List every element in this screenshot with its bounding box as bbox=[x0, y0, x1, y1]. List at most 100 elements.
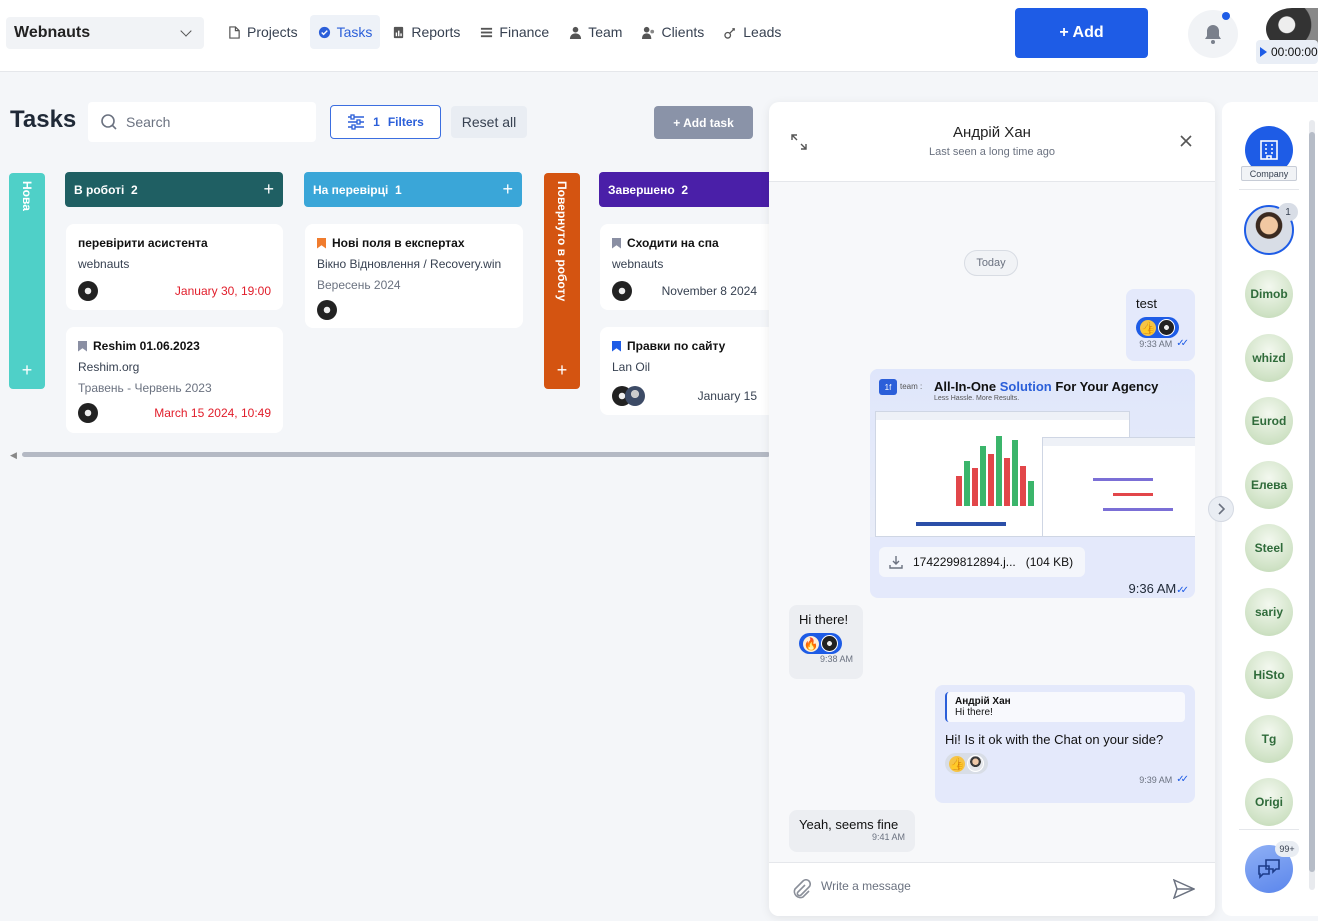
assignee-avatar bbox=[612, 281, 632, 301]
add-card-plus-icon[interactable]: + bbox=[9, 360, 45, 381]
company-label: Company bbox=[1241, 166, 1297, 181]
main-nav: Projects Tasks Reports Finance Team Clie… bbox=[220, 15, 789, 49]
document-icon bbox=[229, 25, 240, 39]
task-card[interactable]: перевірити асистента webnauts January 30… bbox=[66, 224, 283, 310]
column-header-done: Завершено 2 bbox=[599, 172, 769, 207]
message-reactions[interactable]: 👍 bbox=[1136, 317, 1179, 338]
message-reactions[interactable]: 👍 bbox=[945, 753, 988, 774]
column-returned[interactable]: Повернуто в роботу + bbox=[544, 173, 580, 389]
message-reactions[interactable]: 🔥 bbox=[799, 633, 842, 654]
search-input[interactable] bbox=[126, 114, 296, 130]
chat-messages[interactable]: Today test 👍 9:33 AM ✓✓ 1f team : All-In-… bbox=[769, 182, 1215, 862]
chat-bubbles-icon bbox=[1258, 859, 1280, 879]
nav-team[interactable]: Team bbox=[561, 15, 630, 49]
nav-label: Team bbox=[588, 24, 623, 40]
chat-header: Андрій Хан Last seen a long time ago bbox=[769, 102, 1215, 182]
person-icon bbox=[570, 26, 582, 39]
card-period: Травень - Червень 2023 bbox=[78, 381, 212, 395]
reactor-avatar bbox=[821, 635, 838, 652]
quote-author: Андрій Хан bbox=[955, 696, 1011, 707]
bookmark-icon bbox=[612, 237, 621, 249]
task-card[interactable]: Сходити на спа webnauts November 8 2024 bbox=[600, 224, 769, 310]
card-deadline: January 30, 19:00 bbox=[174, 284, 271, 298]
nav-reports[interactable]: Reports bbox=[384, 15, 468, 49]
attachment-image[interactable]: 1f team : All-In-One Solution For Your A… bbox=[870, 369, 1195, 537]
message-text: Yeah, seems fine bbox=[799, 817, 899, 832]
card-title: Reshim 01.06.2023 bbox=[93, 339, 200, 353]
board-horizontal-scrollbar[interactable] bbox=[22, 452, 770, 457]
channel-eleva[interactable]: Елева bbox=[1245, 461, 1293, 509]
task-card[interactable]: Reshim 01.06.2023 Reshim.org Травень - Ч… bbox=[66, 327, 283, 433]
screenshot-preview bbox=[1042, 437, 1195, 537]
unread-chats-badge: 99+ bbox=[1275, 841, 1299, 857]
report-icon bbox=[394, 26, 404, 38]
day-separator: Today bbox=[964, 250, 1018, 276]
add-card-plus-icon[interactable]: + bbox=[544, 360, 580, 381]
headline-part: For Your Agency bbox=[1055, 379, 1159, 394]
close-icon[interactable] bbox=[1179, 134, 1193, 148]
task-card[interactable]: Нові поля в експертах Вікно Відновлення … bbox=[305, 224, 523, 328]
sidebar-scrollbar[interactable] bbox=[1309, 120, 1315, 890]
file-download-row[interactable]: 1742299812894.j... (104 KB) bbox=[879, 547, 1085, 577]
nav-clients[interactable]: Clients bbox=[634, 15, 712, 49]
notifications-button[interactable] bbox=[1188, 10, 1238, 58]
message-outgoing[interactable]: Андрій Хан Hi there! Hi! Is it ok with t… bbox=[935, 685, 1195, 803]
assignee-avatar bbox=[317, 300, 337, 320]
add-task-button[interactable]: + Add task bbox=[654, 106, 753, 139]
nav-tasks[interactable]: Tasks bbox=[309, 15, 381, 49]
workspace-select[interactable]: Webnauts bbox=[6, 17, 204, 49]
channel-dimob[interactable]: Dimob bbox=[1245, 270, 1293, 318]
reset-all-button[interactable]: Reset all bbox=[451, 106, 527, 138]
time-tracker[interactable]: 00:00:00 bbox=[1256, 40, 1318, 64]
message-time: 9:33 AM ✓✓ bbox=[1136, 338, 1189, 349]
message-incoming[interactable]: Hi there! 🔥 9:38 AM bbox=[789, 605, 863, 679]
card-deadline: March 15 2024, 10:49 bbox=[154, 406, 271, 420]
message-attachment[interactable]: 1f team : All-In-One Solution For Your A… bbox=[870, 369, 1195, 598]
search-box[interactable] bbox=[88, 102, 316, 142]
column-nova[interactable]: Нова + bbox=[9, 173, 45, 389]
add-card-plus-icon[interactable]: + bbox=[263, 179, 274, 200]
channel-sariy[interactable]: sariy bbox=[1245, 588, 1293, 636]
nav-label: Leads bbox=[743, 24, 782, 40]
channel-whizd[interactable]: whizd bbox=[1245, 334, 1293, 382]
nav-label: Projects bbox=[247, 24, 298, 40]
divider bbox=[1239, 189, 1299, 190]
time-value: 9:41 AM bbox=[871, 832, 905, 842]
send-icon[interactable] bbox=[1173, 879, 1195, 899]
quoted-reply[interactable]: Андрій Хан Hi there! bbox=[945, 692, 1185, 722]
message-input[interactable] bbox=[821, 879, 1151, 893]
workspace-name: Webnauts bbox=[14, 24, 91, 41]
channel-histo[interactable]: HiSto bbox=[1245, 651, 1293, 699]
message-incoming[interactable]: Yeah, seems fine 9:41 AM bbox=[789, 810, 915, 852]
file-name: 1742299812894.j... bbox=[913, 555, 1016, 569]
thumbs-up-icon: 👍 bbox=[1140, 319, 1156, 336]
add-card-plus-icon[interactable]: + bbox=[502, 179, 513, 200]
top-navigation-bar: Webnauts Projects Tasks Reports Finance … bbox=[0, 0, 1318, 72]
play-icon bbox=[1260, 47, 1267, 57]
chat-contact-name: Андрій Хан bbox=[953, 124, 1031, 141]
column-label: В роботі bbox=[74, 182, 125, 197]
channel-tg[interactable]: Tg bbox=[1245, 715, 1293, 763]
paperclip-icon[interactable] bbox=[791, 879, 811, 901]
chat-panel: Андрій Хан Last seen a long time ago Tod… bbox=[769, 102, 1215, 916]
scroll-left-arrow-icon[interactable]: ◀ bbox=[10, 450, 17, 461]
headline-highlight: Solution bbox=[999, 379, 1052, 394]
channel-origi[interactable]: Origi bbox=[1245, 778, 1293, 826]
scrollbar-thumb[interactable] bbox=[1309, 132, 1315, 872]
sliders-icon bbox=[348, 114, 365, 130]
card-project: webnauts bbox=[612, 257, 664, 271]
channel-eurod[interactable]: Eurod bbox=[1245, 397, 1293, 445]
channel-steel[interactable]: Steel bbox=[1245, 524, 1293, 572]
message-outgoing[interactable]: test 👍 9:33 AM ✓✓ bbox=[1126, 289, 1195, 361]
nav-finance[interactable]: Finance bbox=[472, 15, 557, 49]
card-title: Нові поля в експертах bbox=[332, 236, 465, 250]
task-card[interactable]: Правки по сайту Lan Oil January 15 bbox=[600, 327, 769, 415]
message-text: Hi! Is it ok with the Chat on your side? bbox=[945, 732, 1164, 747]
filters-button[interactable]: 1 Filters bbox=[330, 105, 441, 139]
quote-text: Hi there! bbox=[955, 707, 993, 718]
collapse-sidebar-button[interactable] bbox=[1208, 496, 1234, 522]
nav-leads[interactable]: Leads bbox=[716, 15, 789, 49]
card-project: Reshim.org bbox=[78, 360, 140, 374]
add-button[interactable]: + Add bbox=[1015, 8, 1148, 58]
nav-projects[interactable]: Projects bbox=[220, 15, 306, 49]
